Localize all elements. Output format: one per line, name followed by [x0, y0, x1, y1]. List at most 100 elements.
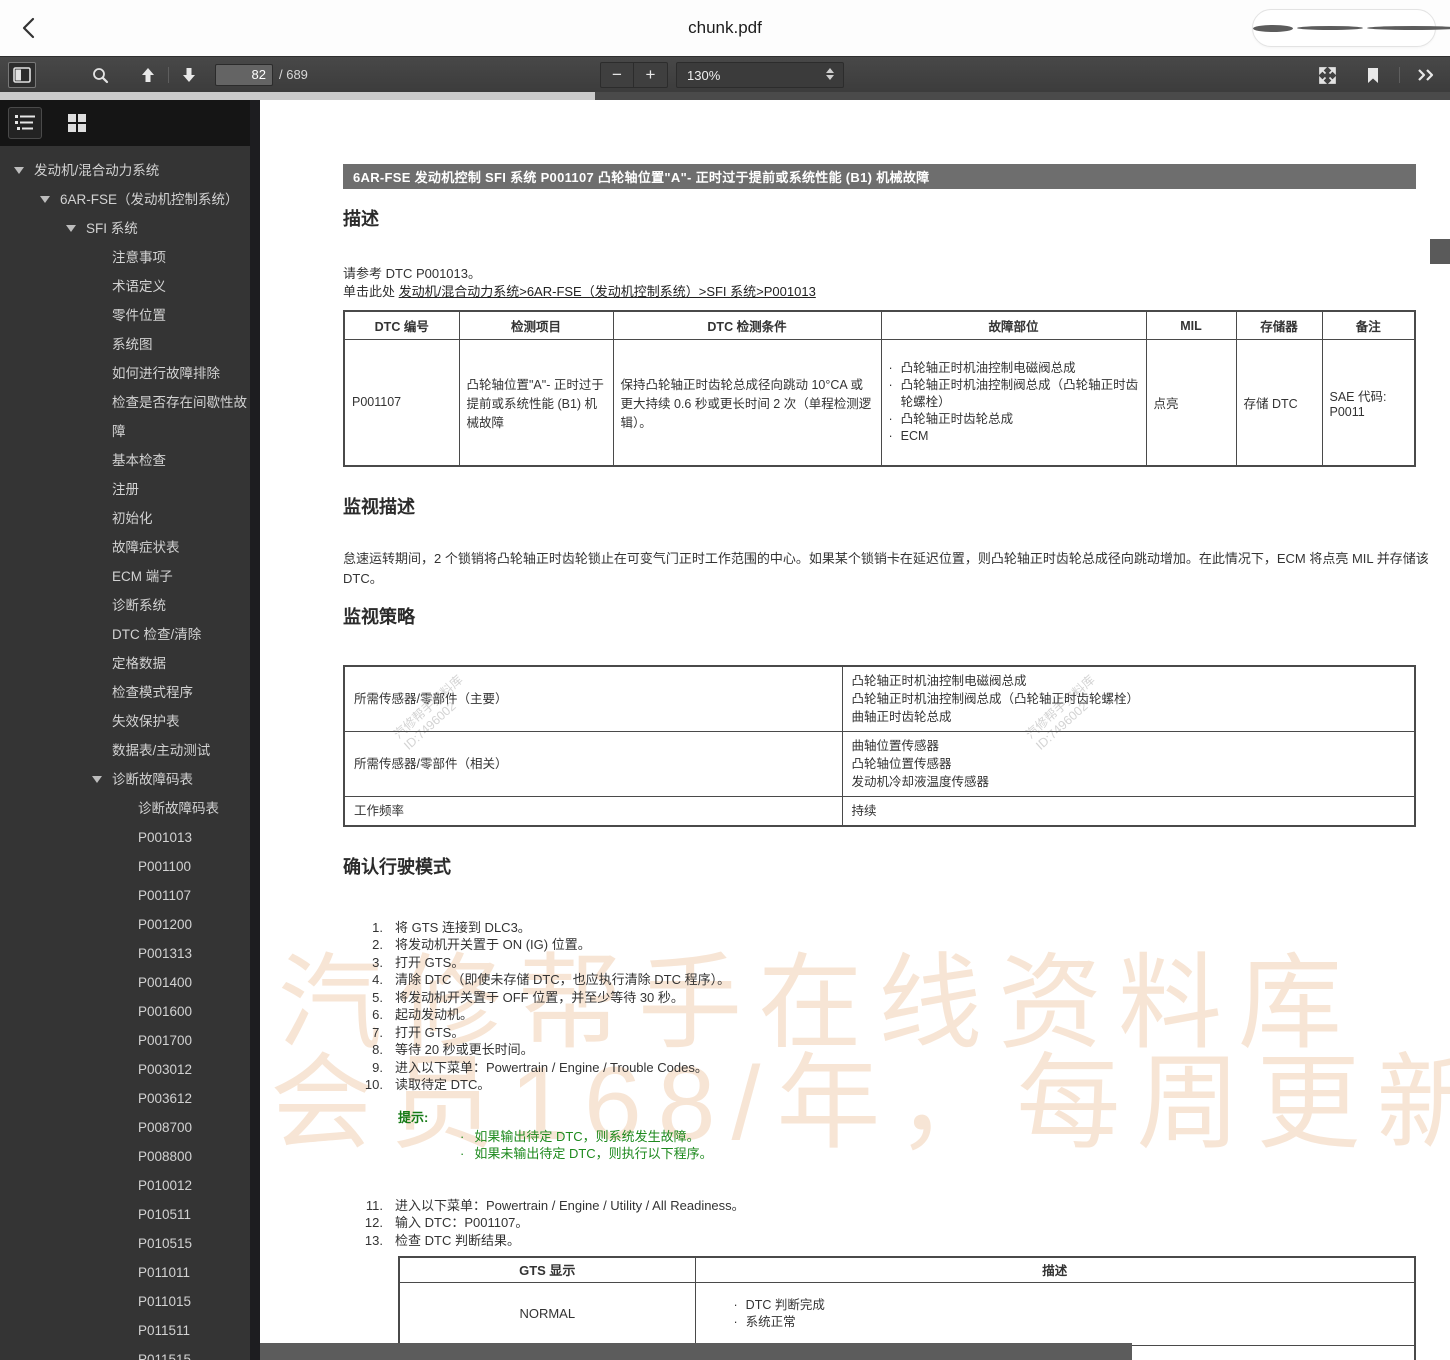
outline-item[interactable]: P010515: [0, 1229, 250, 1258]
outline-item[interactable]: 术语定义: [0, 272, 250, 301]
section-heading-describe: 描述: [343, 209, 379, 229]
outline-item[interactable]: P001200: [0, 910, 250, 939]
view-thumbnails-button[interactable]: [60, 107, 94, 139]
click-here-line: 单击此处 发动机/混合动力系统>6AR-FSE（发动机控制系统）>SFI 系统>…: [343, 284, 816, 299]
outline-item[interactable]: 基本检查: [0, 446, 250, 475]
dtc-note-cell: SAE 代码: P0011: [1321, 339, 1416, 466]
dtc-reference-link[interactable]: 发动机/混合动力系统>6AR-FSE（发动机控制系统）>SFI 系统>P0010…: [399, 284, 816, 299]
outline-item[interactable]: P001400: [0, 968, 250, 997]
outline-item[interactable]: 如何进行故障排除: [0, 359, 250, 388]
outline-item[interactable]: 注册: [0, 475, 250, 504]
view-outline-button[interactable]: [8, 107, 42, 139]
outline-item[interactable]: P011011: [0, 1258, 250, 1287]
bookmark-icon: [1368, 67, 1378, 83]
vertical-scrollbar-thumb[interactable]: [1430, 239, 1450, 264]
horizontal-scrollbar-thumb[interactable]: [260, 1343, 1132, 1360]
outline-item[interactable]: 诊断系统: [0, 591, 250, 620]
outline-item[interactable]: 故障症状表: [0, 533, 250, 562]
table-row: 所需传感器/零部件（主要） 凸轮轴正时机油控制电磁阀总成 凸轮轴正时机油控制阀总…: [343, 665, 1416, 732]
zoom-controls: − + 130%: [600, 62, 844, 88]
toggle-sidebar-button[interactable]: [8, 61, 36, 88]
outline-item[interactable]: P001700: [0, 1026, 250, 1055]
collapse-arrow-icon[interactable]: [40, 185, 60, 203]
double-chevron-icon: [1418, 69, 1434, 81]
reference-line: 请参考 DTC P001013。: [343, 266, 481, 281]
outline-item[interactable]: 定格数据: [0, 649, 250, 678]
tip-item: · 如果输出待定 DTC，则系统发生故障。: [460, 1128, 700, 1144]
outline-item[interactable]: 检查模式程序: [0, 678, 250, 707]
fullscreen-button[interactable]: [1313, 62, 1341, 88]
outline-item[interactable]: 发动机/混合动力系统: [0, 156, 250, 185]
more-tools-button[interactable]: [1412, 62, 1440, 88]
collapse-arrow-icon[interactable]: [92, 765, 112, 783]
outline-item[interactable]: P008800: [0, 1142, 250, 1171]
outline-item[interactable]: P001313: [0, 939, 250, 968]
table-row: 工作频率 持续: [343, 795, 1416, 826]
next-page-button[interactable]: [175, 62, 203, 88]
outline-item[interactable]: 诊断故障码表: [0, 765, 250, 794]
page-number-input[interactable]: [215, 63, 273, 86]
outline-item[interactable]: P010511: [0, 1200, 250, 1229]
collapse-arrow-icon[interactable]: [14, 156, 34, 174]
back-button[interactable]: [16, 14, 44, 42]
dtc-detail-table: DTC 编号 检测项目 DTC 检测条件 故障部位 MIL 存储器 备注 P00…: [343, 310, 1416, 467]
zoom-level-value: 130%: [687, 67, 721, 83]
outline-item[interactable]: P001013: [0, 823, 250, 852]
more-options-button[interactable]: [1253, 17, 1450, 39]
outline-item[interactable]: ECM 端子: [0, 562, 250, 591]
spinner-arrows-icon: [826, 68, 834, 80]
outline-item[interactable]: 零件位置: [0, 301, 250, 330]
outline-item[interactable]: P011015: [0, 1287, 250, 1316]
outline-item[interactable]: 初始化: [0, 504, 250, 533]
outline-item[interactable]: P001100: [0, 852, 250, 881]
zoom-out-button[interactable]: −: [600, 62, 634, 88]
toolbar-separator: [168, 66, 169, 83]
outline-item[interactable]: P011511: [0, 1316, 250, 1345]
window-capsule: [1252, 9, 1450, 47]
monitor-description-paragraph: 怠速运转期间，2 个锁销将凸轮轴正时齿轮锁止在可变气门正时工作范围的中心。如果某…: [343, 550, 1429, 586]
outline-item[interactable]: P010012: [0, 1171, 250, 1200]
outline-item[interactable]: 系统图: [0, 330, 250, 359]
monitor-strategy-table: 所需传感器/零部件（主要） 凸轮轴正时机油控制电磁阀总成 凸轮轴正时机油控制阀总…: [343, 664, 1416, 827]
sidebar-splitter[interactable]: [250, 100, 260, 1360]
outline-item[interactable]: 失效保护表: [0, 707, 250, 736]
outline-item[interactable]: P011515: [0, 1345, 250, 1360]
pdf-page: 6AR-FSE 发动机控制 SFI 系统 P001107 凸轮轴位置"A"- 正…: [260, 100, 1429, 1360]
app-titlebar: chunk.pdf: [0, 0, 1450, 56]
arrow-down-icon: [183, 67, 195, 82]
search-button[interactable]: [86, 62, 114, 88]
outline-item[interactable]: 检查是否存在间歇性故障: [0, 388, 250, 446]
table-row: 所需传感器/零部件（相关） 曲轴位置传感器 凸轮轴位置传感器 发动机冷却液温度传…: [343, 730, 1416, 797]
table-row: NORMAL · DTC 判断完成 · 系统正常: [398, 1281, 1416, 1346]
dtc-banner: 6AR-FSE 发动机控制 SFI 系统 P001107 凸轮轴位置"A"- 正…: [343, 164, 1416, 189]
dtc-memory-cell: 存储 DTC: [1235, 339, 1323, 466]
dtc-mil-cell: 点亮: [1145, 339, 1237, 466]
zoom-level-select[interactable]: 130%: [676, 62, 844, 88]
zoom-in-button[interactable]: +: [634, 62, 668, 88]
outline-item[interactable]: P003012: [0, 1055, 250, 1084]
confirmation-steps: 将 GTS 连接到 DLC3。 将发动机开关置于 ON (IG) 位置。 打开 …: [395, 919, 731, 1093]
bookmark-button[interactable]: [1359, 62, 1387, 88]
previous-page-button[interactable]: [134, 62, 162, 88]
outline-item[interactable]: 诊断故障码表: [0, 794, 250, 823]
collapse-arrow-icon[interactable]: [66, 214, 86, 232]
loading-progress-bar: [0, 92, 1450, 100]
dtc-item-cell: 凸轮轴位置"A"- 正时过于提前或系统性能 (B1) 机械故障: [458, 339, 614, 466]
outline-item[interactable]: SFI 系统: [0, 214, 250, 243]
outline-item[interactable]: 6AR-FSE（发动机控制系统）: [0, 185, 250, 214]
outline-item[interactable]: P001107: [0, 881, 250, 910]
pdf-viewer: 汽修帮手在线资料库 会员168/年，每周更新车型 汽修帮手资料库ID:74960…: [260, 100, 1450, 1360]
section-heading-confirm-mode: 确认行驶模式: [343, 856, 451, 877]
sidebar-icon: [13, 66, 31, 83]
document-title: chunk.pdf: [688, 18, 762, 37]
fullscreen-icon: [1318, 66, 1336, 84]
outline-item[interactable]: DTC 检查/清除: [0, 620, 250, 649]
outline-list-icon: [15, 115, 35, 130]
dtc-code-cell: P001107: [343, 339, 460, 466]
outline-item[interactable]: P001600: [0, 997, 250, 1026]
outline-item[interactable]: P008700: [0, 1113, 250, 1142]
outline-item[interactable]: 注意事项: [0, 243, 250, 272]
outline-item[interactable]: 数据表/主动测试: [0, 736, 250, 765]
tip-item: · 如果未输出待定 DTC，则执行以下程序。: [460, 1146, 713, 1161]
outline-item[interactable]: P003612: [0, 1084, 250, 1113]
